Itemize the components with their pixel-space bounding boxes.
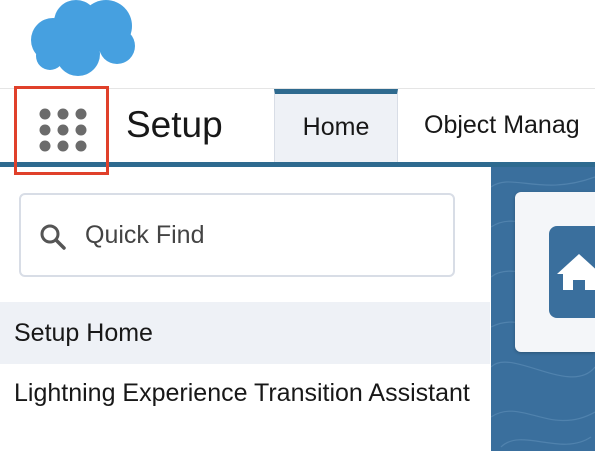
- sidebar-item-setup-home[interactable]: Setup Home: [0, 302, 490, 364]
- sidebar-item-lightning-transition-assistant[interactable]: Lightning Experience Transition Assistan…: [0, 374, 490, 451]
- setup-home-card: [515, 192, 595, 352]
- app-launcher-grid-icon: [39, 108, 87, 152]
- app-name: Setup: [126, 104, 223, 145]
- quick-find-box[interactable]: [19, 193, 455, 277]
- app-launcher-button[interactable]: [14, 86, 109, 175]
- search-icon: [40, 224, 66, 250]
- salesforce-logo-icon[interactable]: [22, 0, 142, 82]
- home-tile: [549, 226, 595, 318]
- quick-find-input[interactable]: [85, 213, 435, 257]
- global-header: [0, 0, 595, 89]
- home-icon: [557, 254, 595, 290]
- tab-object-manager[interactable]: Object Manag: [399, 89, 595, 162]
- tab-home[interactable]: Home: [274, 89, 398, 162]
